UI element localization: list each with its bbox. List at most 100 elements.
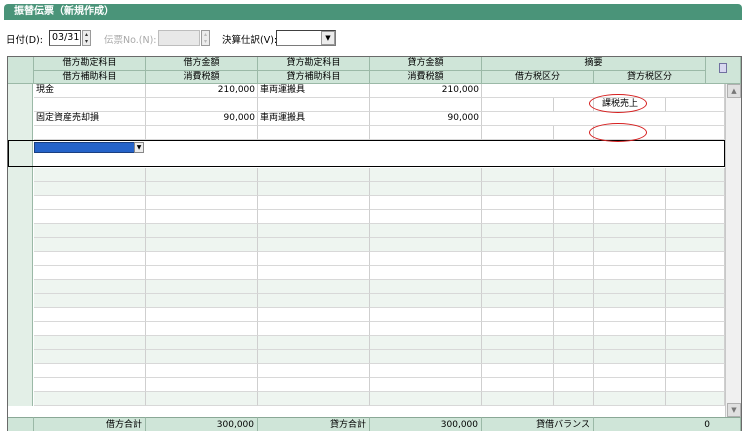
empty-cell[interactable]: [666, 308, 725, 322]
credit-sub-account-cell[interactable]: [258, 126, 370, 140]
empty-cell[interactable]: [258, 210, 370, 224]
empty-cell[interactable]: [666, 224, 725, 238]
empty-cell[interactable]: [258, 182, 370, 196]
empty-cell[interactable]: [666, 238, 725, 252]
row-header[interactable]: [8, 112, 33, 140]
empty-cell[interactable]: [258, 168, 370, 182]
empty-cell[interactable]: [594, 364, 666, 378]
empty-cell[interactable]: [146, 364, 258, 378]
empty-cell[interactable]: [34, 196, 146, 210]
empty-cell[interactable]: [482, 392, 554, 406]
empty-cell[interactable]: [258, 196, 370, 210]
empty-cell[interactable]: [554, 378, 594, 392]
scroll-down-icon[interactable]: ▼: [727, 403, 741, 417]
empty-cell[interactable]: [554, 266, 594, 280]
empty-cell[interactable]: [482, 210, 554, 224]
empty-cell[interactable]: [666, 364, 725, 378]
empty-cell[interactable]: [482, 336, 554, 350]
empty-cell[interactable]: [258, 266, 370, 280]
empty-cell[interactable]: [594, 252, 666, 266]
debit-tax-class-cell[interactable]: [482, 126, 554, 140]
empty-cell[interactable]: [594, 238, 666, 252]
empty-cell[interactable]: [554, 294, 594, 308]
debit-account-cell[interactable]: 現金: [34, 84, 146, 98]
row-header[interactable]: [8, 392, 33, 406]
empty-cell[interactable]: [370, 350, 482, 364]
empty-cell[interactable]: [666, 294, 725, 308]
empty-cell[interactable]: [370, 392, 482, 406]
empty-cell[interactable]: [482, 224, 554, 238]
date-spinner[interactable]: ▴ ▾: [82, 30, 91, 46]
empty-cell[interactable]: [554, 252, 594, 266]
empty-cell[interactable]: [666, 196, 725, 210]
row-header[interactable]: [8, 224, 33, 238]
empty-cell[interactable]: [146, 308, 258, 322]
empty-cell[interactable]: [34, 266, 146, 280]
empty-cell[interactable]: [370, 168, 482, 182]
empty-cell[interactable]: [258, 252, 370, 266]
row-header[interactable]: [8, 280, 33, 294]
empty-cell[interactable]: [594, 280, 666, 294]
empty-cell[interactable]: [482, 238, 554, 252]
journal-grid[interactable]: 借方勘定科目 借方金額 貸方勘定科目 貸方金額 摘要 借方補助科目 消費税額 貸…: [7, 56, 742, 431]
scroll-up-icon[interactable]: ▲: [727, 84, 741, 98]
empty-cell[interactable]: [146, 294, 258, 308]
empty-cell[interactable]: [482, 294, 554, 308]
row-header[interactable]: [8, 378, 33, 392]
empty-cell[interactable]: [370, 238, 482, 252]
row-header[interactable]: [8, 322, 33, 336]
debit-sub-account-cell[interactable]: [34, 126, 146, 140]
empty-cell[interactable]: [258, 378, 370, 392]
empty-cell[interactable]: [482, 252, 554, 266]
empty-cell[interactable]: [34, 308, 146, 322]
empty-cell[interactable]: [258, 308, 370, 322]
empty-cell[interactable]: [34, 364, 146, 378]
row-header[interactable]: [8, 196, 33, 210]
empty-cell[interactable]: [34, 224, 146, 238]
credit-tax-amount-cell[interactable]: [370, 98, 482, 112]
empty-cell[interactable]: [666, 378, 725, 392]
empty-cell[interactable]: [482, 196, 554, 210]
empty-cell[interactable]: [258, 224, 370, 238]
empty-cell[interactable]: [482, 308, 554, 322]
empty-cell[interactable]: [370, 210, 482, 224]
empty-cell[interactable]: [146, 280, 258, 294]
empty-cell[interactable]: [666, 350, 725, 364]
empty-cell[interactable]: [482, 182, 554, 196]
debit-tax-amount-cell[interactable]: [146, 126, 258, 140]
empty-cell[interactable]: [594, 378, 666, 392]
credit-amount-cell[interactable]: 90,000: [370, 112, 482, 126]
empty-cell[interactable]: [146, 252, 258, 266]
credit-account-cell[interactable]: 車両運搬具: [258, 112, 370, 126]
empty-cell[interactable]: [34, 378, 146, 392]
credit-amount-cell[interactable]: 210,000: [370, 84, 482, 98]
empty-cell[interactable]: [370, 266, 482, 280]
empty-cell[interactable]: [34, 350, 146, 364]
empty-cell[interactable]: [370, 378, 482, 392]
row-header[interactable]: [8, 252, 33, 266]
empty-cell[interactable]: [554, 210, 594, 224]
empty-cell[interactable]: [554, 280, 594, 294]
empty-cell[interactable]: [146, 350, 258, 364]
row-header[interactable]: [8, 364, 33, 378]
debit-account-cell[interactable]: 固定資産売却損: [34, 112, 146, 126]
empty-cell[interactable]: [34, 294, 146, 308]
empty-cell[interactable]: [146, 336, 258, 350]
empty-cell[interactable]: [482, 322, 554, 336]
empty-cell[interactable]: [370, 252, 482, 266]
empty-cell[interactable]: [370, 336, 482, 350]
empty-cell[interactable]: [146, 392, 258, 406]
debit-tax-class-code-cell[interactable]: [554, 98, 594, 112]
vertical-scrollbar[interactable]: ▲ ▼: [725, 84, 741, 417]
row-header[interactable]: [8, 266, 33, 280]
empty-cell[interactable]: [554, 322, 594, 336]
row-header[interactable]: [8, 210, 33, 224]
debit-tax-class-cell[interactable]: [482, 98, 554, 112]
empty-cell[interactable]: [146, 196, 258, 210]
empty-cell[interactable]: [146, 322, 258, 336]
empty-cell[interactable]: [146, 168, 258, 182]
credit-sub-account-cell[interactable]: [258, 98, 370, 112]
empty-cell[interactable]: [34, 168, 146, 182]
empty-cell[interactable]: [594, 350, 666, 364]
empty-cell[interactable]: [594, 168, 666, 182]
